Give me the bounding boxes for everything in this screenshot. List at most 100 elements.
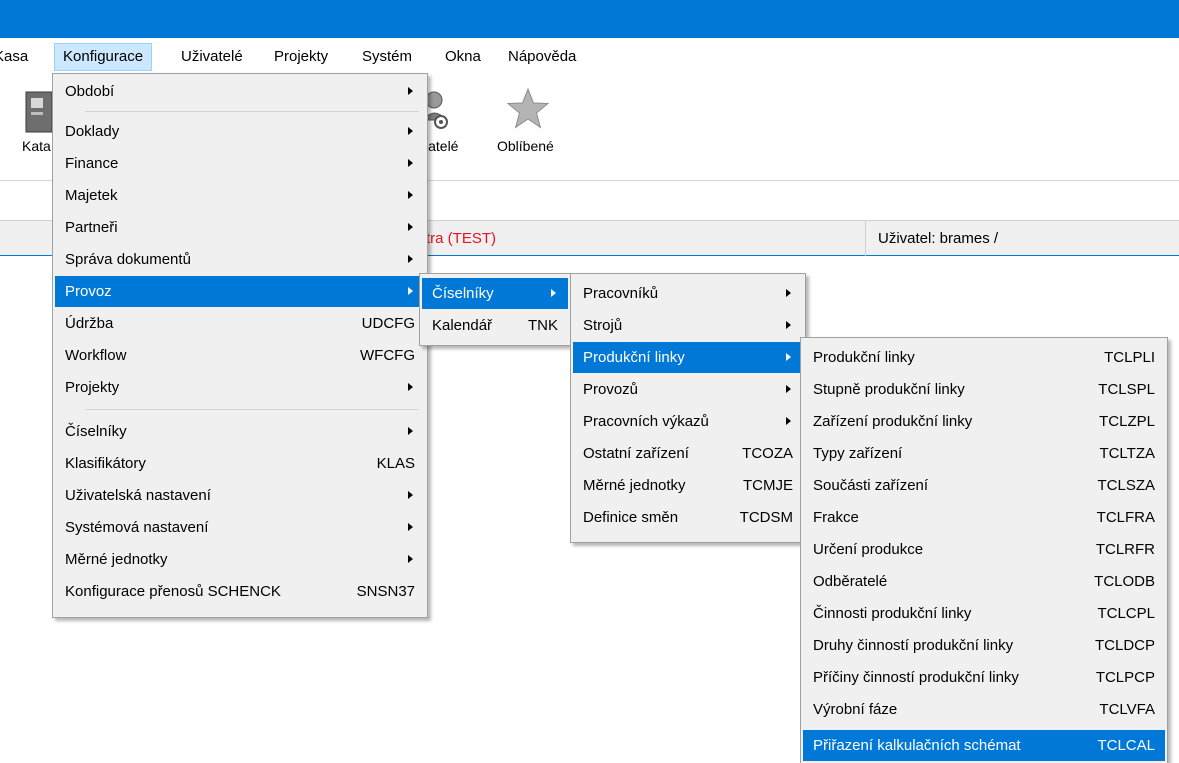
menu-separator (85, 111, 419, 112)
menu-item-merne-jednotky[interactable]: Měrné jednotky (55, 544, 425, 575)
menu-projekty[interactable]: Projekty (266, 43, 336, 71)
menu-item-label: Pracovních výkazů (583, 413, 709, 430)
menu-item-uzivatelska-nastaveni[interactable]: Uživatelská nastavení (55, 480, 425, 511)
menu-item-label: Ostatní zařízení (583, 445, 689, 462)
status-divider (865, 221, 866, 256)
menu-item-ostatni-zarizeni[interactable]: Ostatní zařízení TCOZA (573, 438, 803, 469)
menu-item-typy-zarizeni[interactable]: Typy zařízení TCLTZA (803, 438, 1165, 469)
submenu-arrow-icon (408, 491, 413, 499)
menu-item-odberatele[interactable]: Odběratelé TCLODB (803, 566, 1165, 597)
menu-item-shortcut: TCLZPL (1099, 413, 1155, 430)
menu-item-shortcut: TCLCPL (1097, 605, 1155, 622)
konfigurace-menu: Období Doklady Finance Majetek Partneři … (52, 73, 428, 618)
menu-item-obdobi[interactable]: Období (55, 76, 425, 107)
toolbar-favorites-label[interactable]: Oblíbené (497, 138, 554, 154)
menu-item-druhy-cinnosti[interactable]: Druhy činností produkční linky TCLDCP (803, 630, 1165, 661)
menu-item-priciny-cinnosti[interactable]: Příčiny činností produkční linky TCLPCP (803, 662, 1165, 693)
menu-item-stupne-produkcni-linky[interactable]: Stupně produkční linky TCLSPL (803, 374, 1165, 405)
submenu-arrow-icon (408, 127, 413, 135)
menu-item-soucasti-zarizeni[interactable]: Součásti zařízení TCLSZA (803, 470, 1165, 501)
menu-item-shortcut: TCOZA (742, 445, 793, 462)
menu-item-shortcut: TCLFRA (1096, 509, 1155, 526)
menu-item-konfigurace-prenosu[interactable]: Konfigurace přenosů SCHENCK SNSN37 (55, 576, 425, 607)
submenu-arrow-icon (408, 255, 413, 263)
menu-item-provoz[interactable]: Provoz (55, 276, 425, 307)
title-bar (0, 0, 1179, 38)
menu-item-label: Měrné jednotky (583, 477, 686, 494)
menu-item-prirazeni-kalkulacnich-schemat[interactable]: Přiřazení kalkulačních schémat TCLCAL (803, 730, 1165, 761)
menu-okna[interactable]: Okna (437, 43, 489, 71)
menu-item-projekty[interactable]: Projekty (55, 372, 425, 403)
menu-item-label: Přiřazení kalkulačních schémat (813, 737, 1021, 754)
menu-item-shortcut: SNSN37 (356, 583, 415, 600)
menu-item-finance[interactable]: Finance (55, 148, 425, 179)
menu-item-shortcut: TCLSZA (1097, 477, 1155, 494)
menu-item-definice-smen[interactable]: Definice směn TCDSM (573, 502, 803, 533)
menu-item-pracovnich-vykazu[interactable]: Pracovních výkazů (573, 406, 803, 437)
submenu-arrow-icon (786, 417, 791, 425)
menu-item-stroju[interactable]: Strojů (573, 310, 803, 341)
menu-item-frakce[interactable]: Frakce TCLFRA (803, 502, 1165, 533)
toolbar-catalog-label[interactable]: Kata (22, 138, 51, 154)
menu-item-ciselniky[interactable]: Číselníky (422, 278, 568, 309)
menu-item-shortcut: TCLTZA (1099, 445, 1155, 462)
catalog-icon (25, 91, 53, 133)
menu-napoveda[interactable]: Nápověda (500, 43, 584, 71)
menu-item-kalendar[interactable]: Kalendář TNK (422, 310, 568, 341)
menu-item-label: Stupně produkční linky (813, 381, 965, 398)
menu-item-vyrobni-faze[interactable]: Výrobní fáze TCLVFA (803, 694, 1165, 725)
menu-item-doklady[interactable]: Doklady (55, 116, 425, 147)
menu-item-workflow[interactable]: Workflow WFCFG (55, 340, 425, 371)
menu-item-label: Finance (65, 155, 119, 172)
menu-item-label: Klasifikátory (65, 455, 146, 472)
menu-item-shortcut: TCLPLI (1104, 349, 1155, 366)
menu-item-produkcni-linky[interactable]: Produkční linky TCLPLI (803, 342, 1165, 373)
menu-item-pracovniku[interactable]: Pracovníků (573, 278, 803, 309)
menu-item-shortcut: UDCFG (361, 315, 415, 332)
menu-item-provozu[interactable]: Provozů (573, 374, 803, 405)
menu-item-shortcut: TNK (528, 317, 558, 334)
submenu-arrow-icon (408, 223, 413, 231)
menu-item-urceni-produkce[interactable]: Určení produkce TCLRFR (803, 534, 1165, 565)
menu-item-merne-jednotky[interactable]: Měrné jednotky TCMJE (573, 470, 803, 501)
menu-item-shortcut: TCLVFA (1099, 701, 1155, 718)
menu-kasa[interactable]: Kasa (0, 43, 36, 71)
menu-item-majetek[interactable]: Majetek (55, 180, 425, 211)
menu-item-shortcut: TCLRFR (1095, 541, 1155, 558)
menu-item-label: Uživatelská nastavení (65, 487, 211, 504)
menu-item-label: Systémová nastavení (65, 519, 209, 536)
menu-item-label: Pracovníků (583, 285, 659, 302)
menu-item-label: Frakce (813, 509, 859, 526)
menu-bar: Kasa Konfigurace Uživatelé Projekty Syst… (0, 38, 1179, 76)
menu-item-label: Workflow (65, 347, 127, 364)
menu-item-ciselniky[interactable]: Číselníky (55, 416, 425, 447)
produkcni-linky-submenu: Produkční linky TCLPLI Stupně produkční … (800, 337, 1168, 763)
menu-item-label: Konfigurace přenosů SCHENCK (65, 583, 281, 600)
menu-item-udrzba[interactable]: Údržba UDCFG (55, 308, 425, 339)
menu-item-label: Období (65, 83, 115, 100)
menu-item-zarizeni-produkcni-linky[interactable]: Zařízení produkční linky TCLZPL (803, 406, 1165, 437)
submenu-arrow-icon (786, 289, 791, 297)
menu-item-shortcut: TCLPCP (1095, 669, 1155, 686)
menu-item-produkcni-linky[interactable]: Produkční linky (573, 342, 803, 373)
star-icon[interactable] (505, 86, 551, 132)
menu-item-label: Údržba (65, 315, 114, 332)
menu-item-label: Určení produkce (813, 541, 924, 558)
submenu-arrow-icon (786, 321, 791, 329)
menu-item-sprava-dokumentu[interactable]: Správa dokumentů (55, 244, 425, 275)
submenu-arrow-icon (408, 427, 413, 435)
menu-uzivatele[interactable]: Uživatelé (173, 43, 251, 71)
submenu-arrow-icon (786, 385, 791, 393)
menu-konfigurace[interactable]: Konfigurace (54, 43, 153, 71)
menu-item-label: Odběratelé (813, 573, 888, 590)
ciselniky-submenu: Pracovníků Strojů Produkční linky Provoz… (570, 273, 806, 543)
submenu-arrow-icon (408, 191, 413, 199)
menu-item-label: Produkční linky (813, 349, 915, 366)
menu-item-cinnosti-produkcni-linky[interactable]: Činnosti produkční linky TCLCPL (803, 598, 1165, 629)
menu-item-label: Provozů (583, 381, 639, 398)
menu-item-partneri[interactable]: Partneři (55, 212, 425, 243)
menu-item-systemova-nastaveni[interactable]: Systémová nastavení (55, 512, 425, 543)
menu-system[interactable]: Systém (354, 43, 420, 71)
menu-item-klasifikatory[interactable]: Klasifikátory KLAS (55, 448, 425, 479)
submenu-arrow-icon (408, 287, 413, 295)
